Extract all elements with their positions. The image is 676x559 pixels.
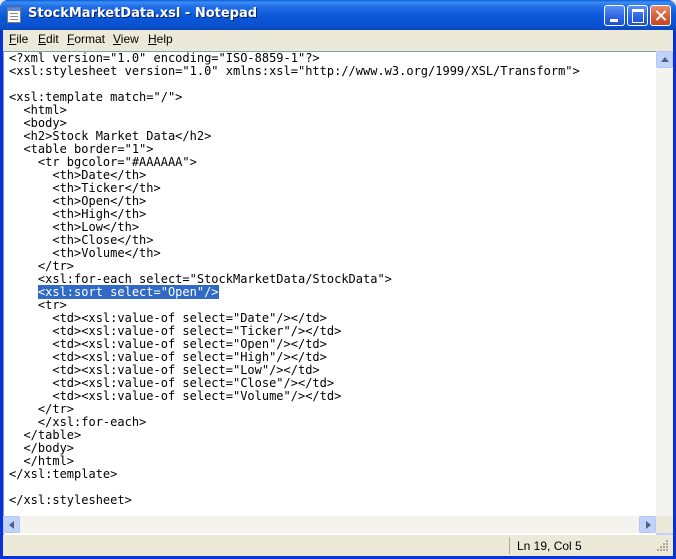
code-line[interactable]: </body> [9,442,649,455]
text-editor[interactable]: <?xml version="1.0" encoding="ISO-8859-1… [3,51,673,537]
window-title: StockMarketData.xsl - Notepad [28,6,258,21]
close-button[interactable] [650,5,671,26]
cursor-position: Ln 19, Col 5 [517,539,582,553]
menu-file[interactable]: File [9,32,28,46]
scroll-left-button[interactable] [3,516,20,533]
scrollbar-corner [656,516,673,533]
status-bar: Ln 19, Col 5 [3,535,673,556]
code-line[interactable]: <xsl:sort select="Open"/> [9,285,649,299]
arrow-right-icon [646,521,651,529]
notepad-icon[interactable] [7,7,21,23]
code-line[interactable]: </xsl:for-each> [9,416,649,429]
scroll-right-button[interactable] [639,516,656,533]
arrow-left-icon [9,521,14,529]
window-frame: File Edit Format View Help <?xml version… [3,30,673,556]
selected-text[interactable]: <xsl:sort select="Open"/> [37,285,219,299]
notepad-window: StockMarketData.xsl - Notepad File Edit … [0,0,676,559]
status-divider [509,537,510,554]
menu-view[interactable]: View [113,32,139,46]
maximize-button[interactable] [627,5,648,26]
code-line[interactable]: </xsl:template> [9,468,649,481]
menu-help[interactable]: Help [148,32,173,46]
code-line[interactable]: <html> [9,104,649,117]
horizontal-scrollbar[interactable] [3,516,656,533]
title-bar[interactable]: StockMarketData.xsl - Notepad [0,0,676,30]
code-line[interactable]: </xsl:stylesheet> [9,494,649,507]
resize-grip-icon[interactable] [657,540,669,552]
code-line[interactable]: <xsl:stylesheet version="1.0" xmlns:xsl=… [9,65,649,78]
code-line[interactable]: </table> [9,429,649,442]
code-line[interactable]: <td><xsl:value-of select="Volume"/></td> [9,390,649,403]
code-line[interactable]: <th>Volume</th> [9,247,649,260]
arrow-up-icon [661,57,669,62]
code-text[interactable]: <?xml version="1.0" encoding="ISO-8859-1… [9,52,649,507]
menu-format[interactable]: Format [67,32,105,46]
minimize-button[interactable] [604,5,625,26]
code-line[interactable]: <xsl:template match="/"> [9,91,649,104]
scroll-up-button[interactable] [656,51,673,68]
menu-bar: File Edit Format View Help [3,30,673,49]
menu-edit[interactable]: Edit [38,32,59,46]
vertical-scrollbar[interactable] [656,51,673,537]
